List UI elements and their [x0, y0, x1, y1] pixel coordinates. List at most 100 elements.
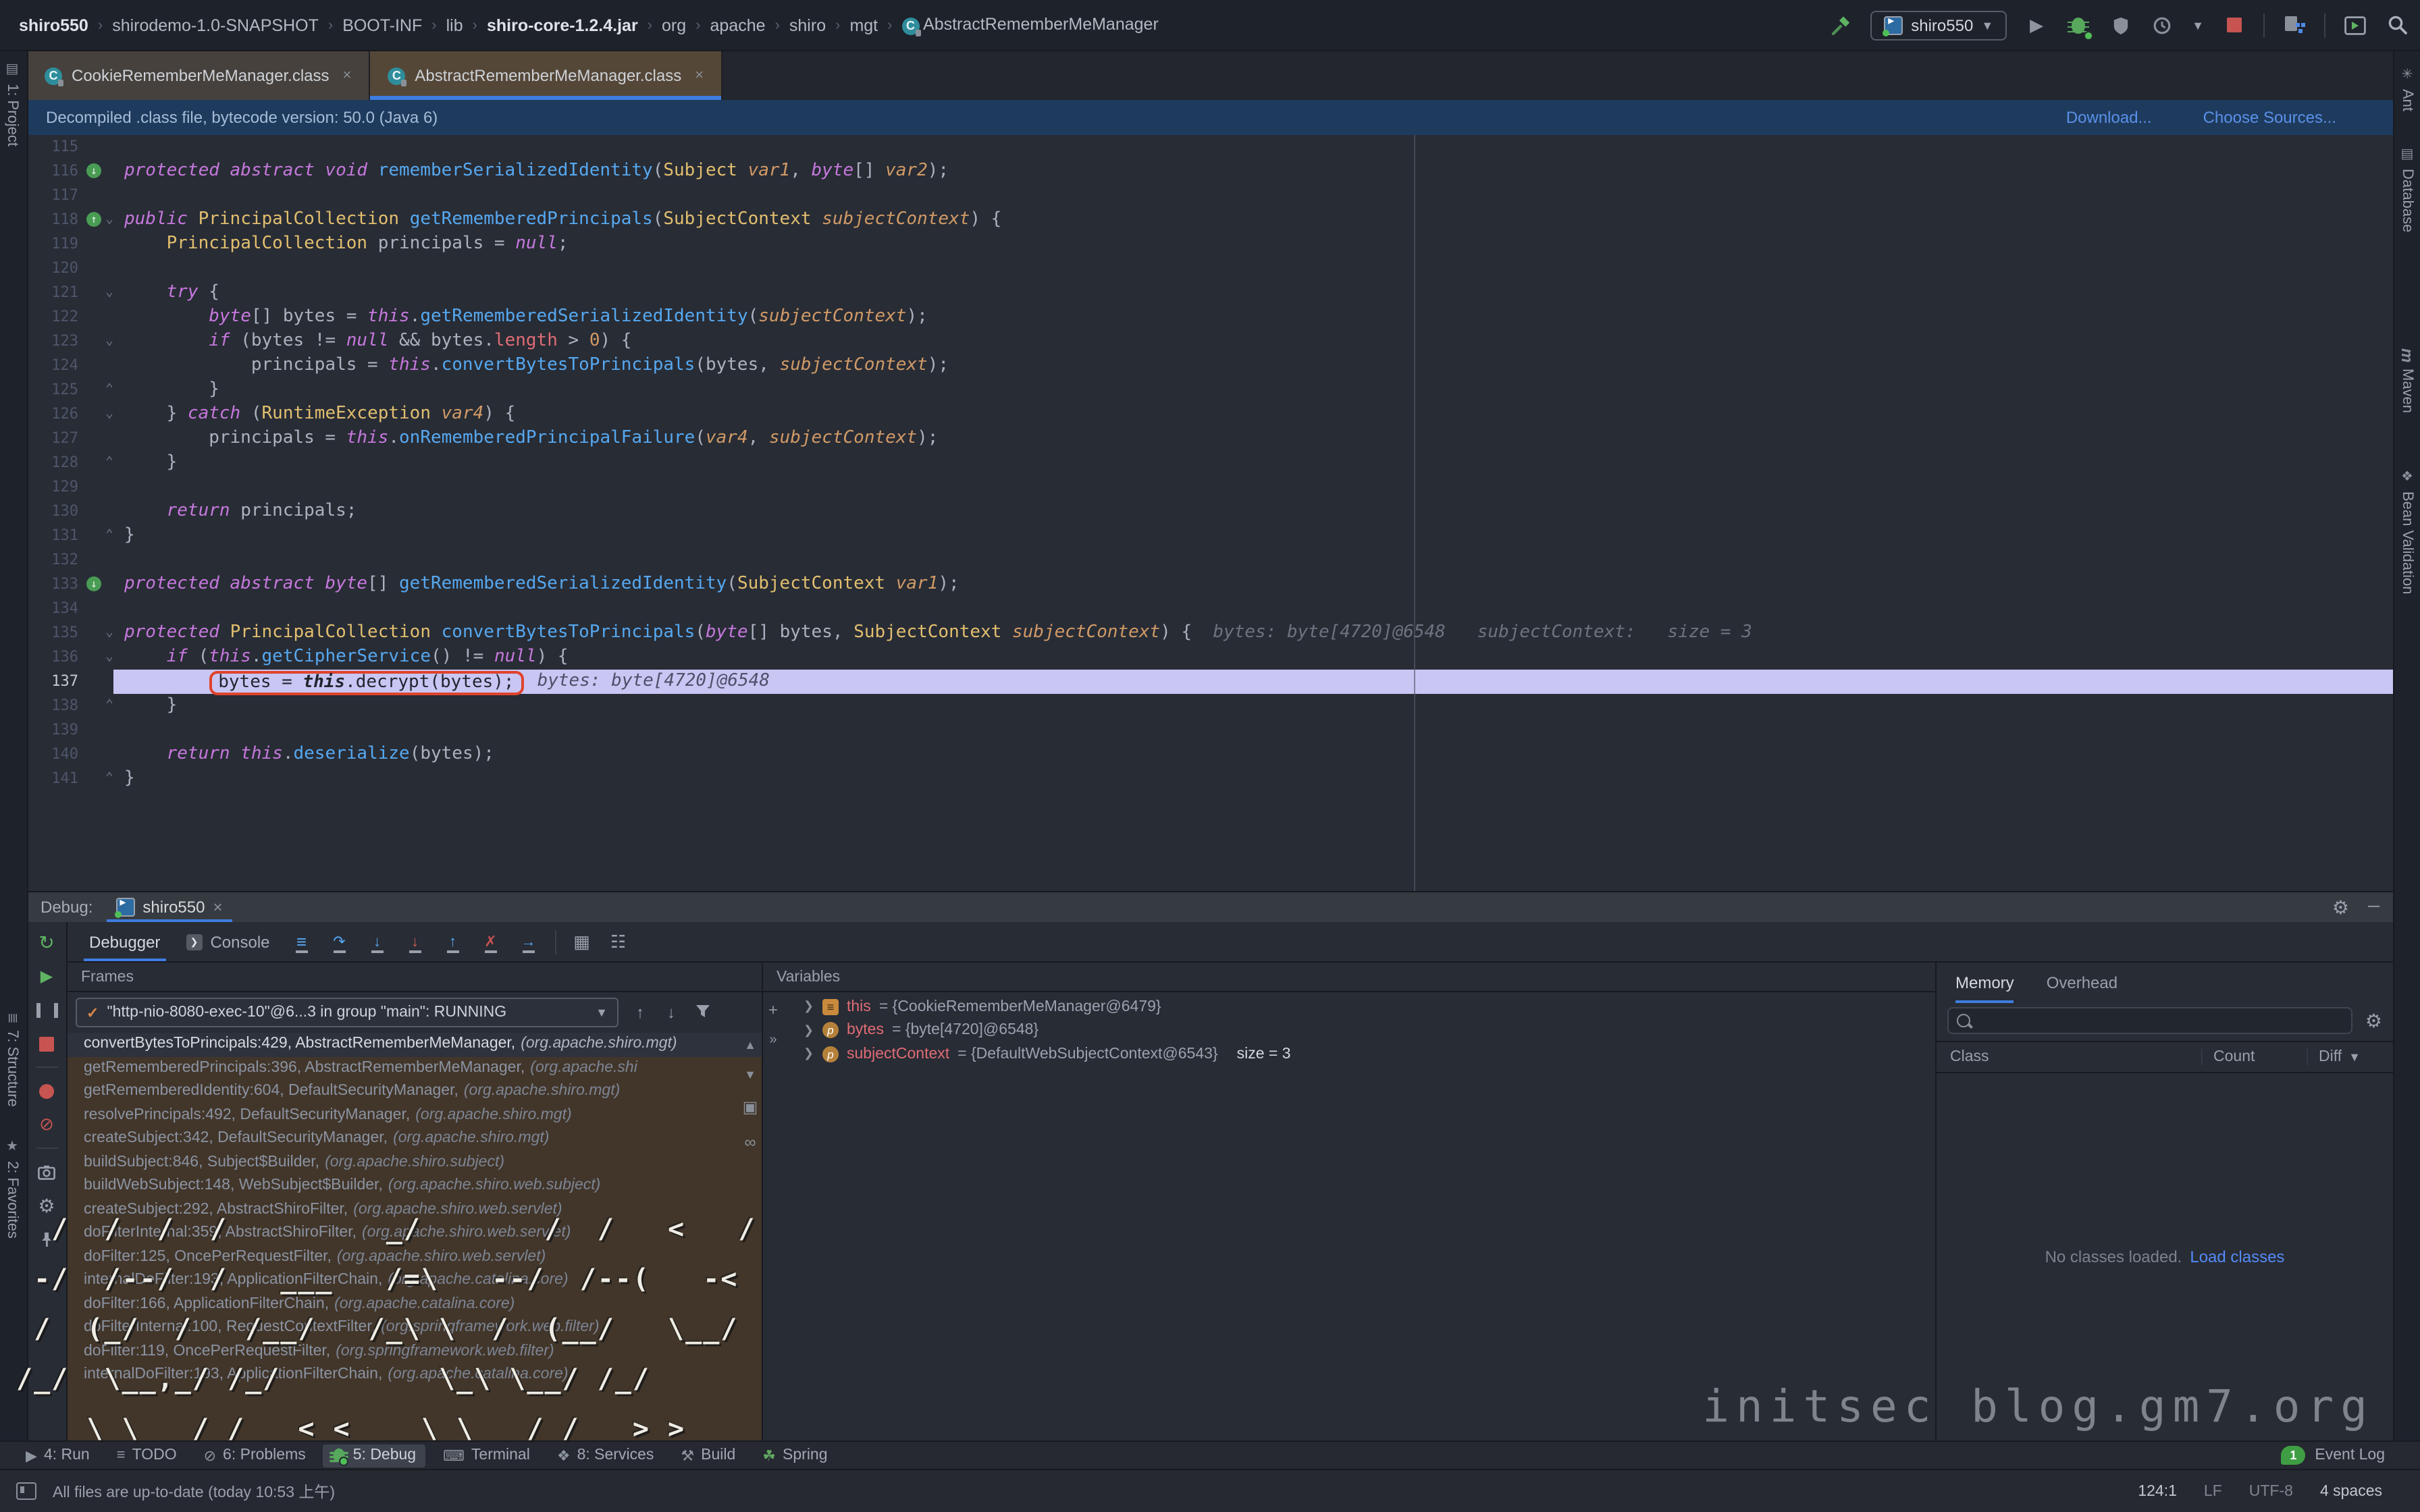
step-over-button[interactable]: ↷ — [328, 931, 351, 952]
tab-console[interactable]: ❯Console — [180, 922, 275, 961]
force-step-into-button[interactable]: ↓ — [404, 931, 427, 952]
breadcrumb-item[interactable]: BOOT-INF — [342, 16, 422, 34]
fold-marker-icon[interactable]: ⌄ — [105, 281, 113, 305]
breadcrumb-item[interactable]: shiro-core-1.2.4.jar — [487, 16, 638, 34]
download-link[interactable]: Download... — [2066, 108, 2152, 127]
indent-setting[interactable]: 4 spaces — [2320, 1483, 2382, 1499]
scroll-up-icon[interactable]: ▲ — [744, 1038, 756, 1052]
stack-frame-row[interactable]: doFilterInternal:100, RequestContextFilt… — [68, 1316, 762, 1340]
sidebar-item-bean-validation[interactable]: ❖Bean Validation — [2399, 470, 2415, 595]
chevron-down-icon[interactable]: ▼ — [2192, 18, 2204, 32]
column-count[interactable]: Count — [2201, 1049, 2307, 1065]
fold-marker-icon[interactable]: ⌃ — [105, 767, 113, 791]
layout-settings-button[interactable]: ☷ — [608, 931, 629, 952]
mute-breakpoints-button[interactable]: ⊘ — [36, 1114, 57, 1135]
evaluate-expression-button[interactable]: ▦ — [571, 931, 593, 952]
filter-frames-icon[interactable] — [693, 1003, 712, 1022]
line-number[interactable]: 140 — [27, 742, 78, 767]
stack-frame-row[interactable]: doFilterInternal:359, AbstractShiroFilte… — [68, 1222, 762, 1245]
close-icon[interactable]: × — [343, 68, 352, 84]
stop-button[interactable] — [2221, 13, 2246, 37]
stack-frame-row[interactable]: doFilter:125, OncePerRequestFilter,(org.… — [68, 1245, 762, 1269]
run-anything-button[interactable] — [2343, 13, 2367, 37]
code-editor[interactable]: 115116↓protected abstract void rememberS… — [27, 135, 2393, 891]
line-number[interactable]: 122 — [27, 305, 78, 329]
line-number[interactable]: 136 — [27, 645, 78, 670]
layout-icon[interactable] — [16, 1482, 36, 1500]
sidebar-item-maven[interactable]: mMaven — [2398, 348, 2417, 413]
pin-button[interactable] — [36, 1228, 57, 1250]
breadcrumb-item[interactable]: C AbstractRememberMeManager — [901, 16, 1158, 35]
toolwindow-button-build[interactable]: ⚒Build — [671, 1444, 745, 1467]
line-number[interactable]: 139 — [27, 718, 78, 742]
sidebar-item-project[interactable]: ▤1: Project — [4, 62, 20, 146]
line-number[interactable]: 137 — [27, 670, 78, 694]
fold-marker-icon[interactable]: ⌄ — [105, 329, 113, 354]
column-class[interactable]: Class — [1937, 1049, 2201, 1065]
fold-marker-icon[interactable]: ⌄ — [105, 645, 113, 670]
event-log-button[interactable]: 1 Event Log — [2281, 1446, 2385, 1465]
editor-tab[interactable]: CCookieRememberMeManager.class× — [27, 51, 370, 100]
breadcrumb-item[interactable]: shiro — [789, 16, 826, 34]
line-number[interactable]: 121 — [27, 281, 78, 305]
gear-icon[interactable]: ⚙ — [2332, 896, 2349, 919]
choose-sources-link[interactable]: Choose Sources... — [2203, 108, 2336, 127]
next-frame-button[interactable]: ↓ — [662, 1003, 681, 1022]
profiler-button[interactable] — [2150, 13, 2174, 37]
line-number[interactable]: 133 — [27, 572, 78, 597]
toolwindow-button-debug[interactable]: 5: Debug — [323, 1444, 425, 1467]
line-number[interactable]: 131 — [27, 524, 78, 548]
sidebar-item-database[interactable]: ▤Database — [2399, 146, 2415, 232]
stack-frame-row[interactable]: internalDoFilter:193, ApplicationFilterC… — [68, 1364, 762, 1387]
line-number[interactable]: 124 — [27, 354, 78, 378]
line-number[interactable]: 135 — [27, 621, 78, 645]
sidebar-item-ant[interactable]: ✳Ant — [2399, 68, 2415, 111]
line-number[interactable]: 119 — [27, 232, 78, 256]
variable-row[interactable]: ❯psubjectContext = {DefaultWebSubjectCon… — [763, 1042, 1935, 1066]
close-icon[interactable]: × — [695, 68, 704, 84]
line-number[interactable]: 115 — [27, 135, 78, 159]
fold-marker-icon[interactable]: ⌄ — [105, 402, 113, 427]
breadcrumb-item[interactable]: org — [662, 16, 686, 34]
toolwindow-button-spring[interactable]: ☘Spring — [753, 1444, 837, 1467]
column-diff[interactable]: Diff▼ — [2307, 1049, 2393, 1065]
line-separator[interactable]: LF — [2204, 1483, 2222, 1499]
stack-frame-row[interactable]: doFilter:119, OncePerRequestFilter,(org.… — [68, 1340, 762, 1364]
stack-frame-row[interactable]: internalDoFilter:193, ApplicationFilterC… — [68, 1269, 762, 1293]
toolwindow-button-todo[interactable]: ≡TODO — [107, 1444, 186, 1467]
fold-marker-icon[interactable]: ⌃ — [105, 378, 113, 402]
toolwindow-button-run[interactable]: ▶4: Run — [16, 1444, 99, 1467]
step-out-button[interactable]: ↑ — [442, 931, 465, 952]
show-execution-point-button[interactable]: ≡ — [290, 931, 313, 952]
stop-button[interactable] — [36, 1033, 57, 1054]
tab-debugger[interactable]: Debugger — [84, 922, 165, 961]
line-number[interactable]: 120 — [27, 256, 78, 281]
fold-marker-icon[interactable]: ⌃ — [105, 524, 113, 548]
override-gutter-icon[interactable]: ↑ — [86, 212, 101, 227]
debug-session-tab[interactable]: shiro550 × — [109, 892, 229, 922]
tab-overhead[interactable]: Overhead — [2047, 963, 2118, 1003]
line-number[interactable]: 130 — [27, 500, 78, 524]
line-number[interactable]: 141 — [27, 767, 78, 791]
line-number[interactable]: 116 — [27, 159, 78, 184]
run-configuration-selector[interactable]: shiro550 ▼ — [1870, 10, 2007, 40]
line-number[interactable]: 134 — [27, 597, 78, 621]
scroll-down-icon[interactable]: ▼ — [744, 1068, 756, 1081]
breadcrumb-item[interactable]: lib — [446, 16, 463, 34]
line-number[interactable]: 128 — [27, 451, 78, 475]
load-classes-link[interactable]: Load classes — [2190, 1247, 2284, 1266]
stack-frame-row[interactable]: getRememberedPrincipals:396, AbstractRem… — [68, 1056, 762, 1080]
thread-selector[interactable]: ✓ "http-nio-8080-exec-10"@6...3 in group… — [76, 998, 619, 1027]
view-breakpoints-button[interactable] — [36, 1080, 57, 1102]
build-hammer-icon[interactable] — [1829, 13, 1853, 37]
coverage-button[interactable] — [2108, 13, 2132, 37]
stack-frame-row[interactable]: getRememberedIdentity:604, DefaultSecuri… — [68, 1080, 762, 1104]
breadcrumb-item[interactable]: shirodemo-1.0-SNAPSHOT — [112, 16, 319, 34]
breadcrumb-item[interactable]: apache — [710, 16, 766, 34]
chevron-right-icon[interactable]: ❯ — [804, 1047, 814, 1062]
sidebar-item-structure[interactable]: ≣7: Structure — [4, 1013, 20, 1108]
previous-frame-button[interactable]: ↑ — [631, 1003, 650, 1022]
line-number[interactable]: 129 — [27, 475, 78, 500]
stack-frame-row[interactable]: resolvePrincipals:492, DefaultSecurityMa… — [68, 1104, 762, 1127]
toolwindow-button-problems[interactable]: ⊘6: Problems — [194, 1444, 315, 1467]
